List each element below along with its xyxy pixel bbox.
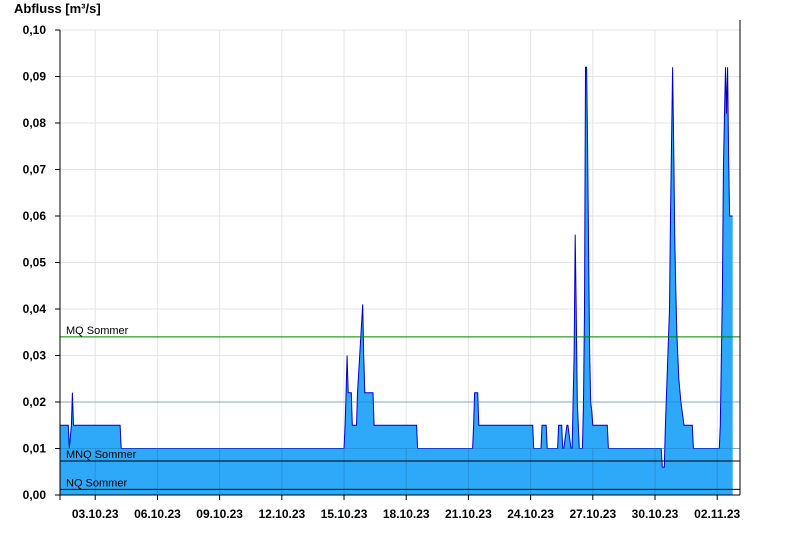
y-axis-title: Abfluss [m³/s] bbox=[14, 1, 101, 16]
discharge-chart: Abfluss [m³/s] MQ Sommer MNQ Sommer NQ Som… bbox=[14, 1, 741, 521]
x-tick-labels: 03.10.23 06.10.23 09.10.23 12.10.23 15.10.23… bbox=[72, 495, 741, 521]
x-tick-label: 21.10.23 bbox=[445, 507, 492, 521]
y-tick-label: 0,07 bbox=[23, 163, 47, 177]
y-tick-label: 0,06 bbox=[23, 209, 47, 223]
discharge-area-fill bbox=[60, 67, 733, 495]
x-tick-label: 27.10.23 bbox=[569, 507, 616, 521]
y-tick-label: 0,04 bbox=[23, 302, 47, 316]
y-tick-label: 0,00 bbox=[23, 488, 47, 502]
x-tick-label: 09.10.23 bbox=[196, 507, 243, 521]
discharge-area bbox=[60, 66, 733, 495]
x-tick-label: 02.11.23 bbox=[694, 507, 740, 521]
x-tick-label: 30.10.23 bbox=[632, 507, 679, 521]
reference-line-label: MNQ Sommer bbox=[66, 449, 137, 461]
y-tick-label: 0,05 bbox=[23, 256, 47, 270]
y-tick-label: 0,01 bbox=[23, 442, 47, 456]
y-tick-label: 0,09 bbox=[23, 70, 47, 84]
x-tick-label: 12.10.23 bbox=[258, 507, 305, 521]
y-tick-label: 0,08 bbox=[23, 116, 47, 130]
x-tick-label: 15.10.23 bbox=[321, 507, 368, 521]
reference-line-label: MQ Sommer bbox=[66, 325, 129, 337]
y-tick-label: 0,02 bbox=[23, 395, 47, 409]
y-tick-labels: 0,00 0,01 0,02 0,03 0,04 0,05 0,06 0,07 0,08 0,09… bbox=[23, 23, 60, 502]
x-tick-label: 18.10.23 bbox=[383, 507, 430, 521]
reference-line-label: NQ Sommer bbox=[66, 477, 127, 489]
y-tick-label: 0,03 bbox=[23, 349, 47, 363]
x-tick-label: 24.10.23 bbox=[507, 507, 554, 521]
discharge-line bbox=[60, 66, 733, 468]
y-tick-label: 0,10 bbox=[23, 23, 47, 37]
x-tick-label: 03.10.23 bbox=[72, 507, 119, 521]
x-tick-label: 06.10.23 bbox=[134, 507, 181, 521]
